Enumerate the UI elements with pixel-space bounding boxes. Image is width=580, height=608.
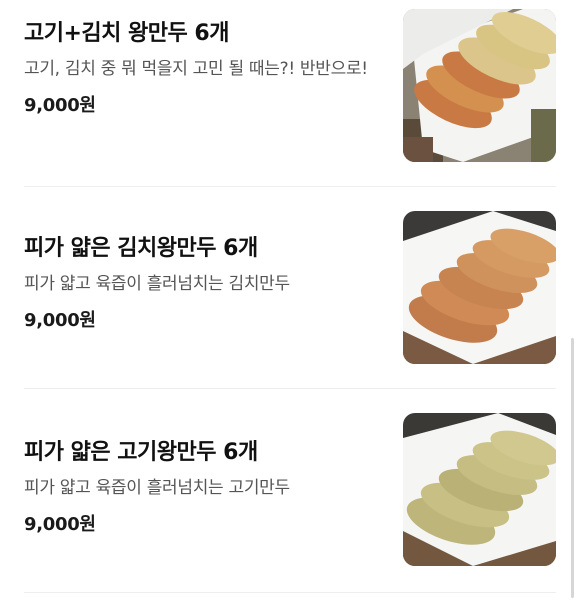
menu-item-description: 피가 얇고 육즙이 흘러넘치는 김치만두 [24,274,290,294]
dumpling-photo-illustration [403,9,556,162]
menu-item-price: 9,000원 [24,310,96,331]
dumpling-photo-illustration [403,413,556,566]
menu-item-description: 피가 얇고 육즙이 흘러넘치는 고기만두 [24,478,290,498]
menu-item-name: 피가 얇은 김치왕만두 6개 [24,236,258,261]
dumpling-photo-illustration [403,211,556,364]
menu-item-text: 피가 얇은 고기왕만두 6개 피가 얇고 육즙이 흘러넘치는 고기만두 9,00… [24,438,384,536]
menu-item-text: 피가 얇은 김치왕만두 6개 피가 얇고 육즙이 흘러넘치는 김치만두 9,00… [24,234,384,332]
menu-item-photo-mixed-dumplings[interactable] [403,9,556,162]
menu-item-photo-kimchi-dumplings[interactable] [403,211,556,364]
divider [24,388,556,389]
menu-item-description: 고기, 김치 중 뭐 먹을지 고민 될 때는?! 반반으로! [24,59,368,79]
menu-item[interactable]: 피가 얇은 김치왕만두 6개 피가 얇고 육즙이 흘러넘치는 김치만두 9,00… [0,188,580,388]
menu-item-name: 고기+김치 왕만두 6개 [24,21,229,46]
menu-item-price: 9,000원 [24,95,96,116]
divider [24,186,556,187]
scrollbar[interactable] [571,338,574,598]
menu-item-text: 고기+김치 왕만두 6개 고기, 김치 중 뭐 먹을지 고민 될 때는?! 반반… [24,19,384,117]
menu-item-name: 피가 얇은 고기왕만두 6개 [24,440,258,465]
divider [24,592,556,593]
menu-item-price: 9,000원 [24,514,96,535]
menu-item[interactable]: 피가 얇은 고기왕만두 6개 피가 얇고 육즙이 흘러넘치는 고기만두 9,00… [0,390,580,590]
menu-item[interactable]: 고기+김치 왕만두 6개 고기, 김치 중 뭐 먹을지 고민 될 때는?! 반반… [0,0,580,188]
menu-item-photo-meat-dumplings[interactable] [403,413,556,566]
